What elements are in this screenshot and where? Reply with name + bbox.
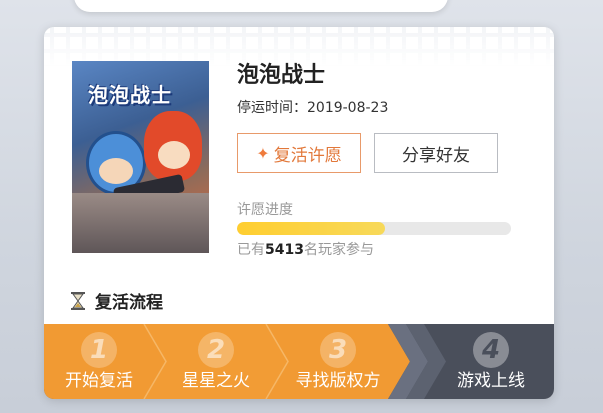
flow-step-number: 2 [198, 332, 234, 368]
revive-wish-label: 复活许愿 [273, 145, 342, 166]
participants-number: 5413 [265, 242, 304, 258]
cover-ground [72, 193, 209, 253]
game-title: 泡泡战士 [237, 63, 326, 88]
wish-progress-fill [237, 222, 385, 235]
flow-step-2: 2 星星之火 [151, 324, 281, 399]
game-revive-card: 泡泡战士 泡泡战士 停运时间：2019-08-23 ✦ 复活许愿 分享好友 许愿… [44, 27, 554, 399]
sparkle-icon: ✦ [256, 143, 270, 163]
share-friends-label: 分享好友 [402, 145, 470, 166]
revive-wish-button[interactable]: ✦ 复活许愿 [237, 133, 361, 173]
game-cover-image: 泡泡战士 [72, 61, 209, 253]
revive-flow-title: 复活流程 [95, 293, 163, 313]
stop-date-label: 停运时间： [237, 100, 307, 116]
participants-suffix: 名玩家参与 [303, 242, 374, 258]
cover-logo: 泡泡战士 [88, 83, 172, 107]
revive-flow-heading: 复活流程 [71, 288, 163, 313]
top-panel-edge [74, 0, 448, 12]
wish-progress-bar [237, 222, 511, 235]
stop-date: 停运时间：2019-08-23 [237, 97, 388, 117]
revive-flow-steps: 1 开始复活 2 星星之火 3 寻找版权方 4 游戏上线 [44, 324, 554, 399]
share-friends-button[interactable]: 分享好友 [374, 133, 498, 173]
hourglass-icon [71, 291, 85, 310]
stop-date-value: 2019-08-23 [307, 100, 389, 116]
flow-step-label: 寻找版权方 [295, 371, 381, 391]
cover-character-red [144, 111, 202, 181]
flow-step-4: 4 游戏上线 [426, 324, 554, 399]
participants-count: 已有5413名玩家参与 [237, 239, 374, 259]
flow-step-number: 4 [473, 332, 509, 368]
flow-step-label: 游戏上线 [457, 371, 525, 391]
wish-progress-label: 许愿进度 [237, 202, 293, 218]
participants-prefix: 已有 [237, 242, 265, 258]
flow-step-number: 1 [81, 332, 117, 368]
flow-step-label: 开始复活 [65, 371, 133, 391]
flow-step-3: 3 寻找版权方 [273, 324, 403, 399]
flow-step-label: 星星之火 [182, 371, 250, 391]
flow-step-number: 3 [320, 332, 356, 368]
flow-step-1: 1 开始复活 [44, 324, 164, 399]
